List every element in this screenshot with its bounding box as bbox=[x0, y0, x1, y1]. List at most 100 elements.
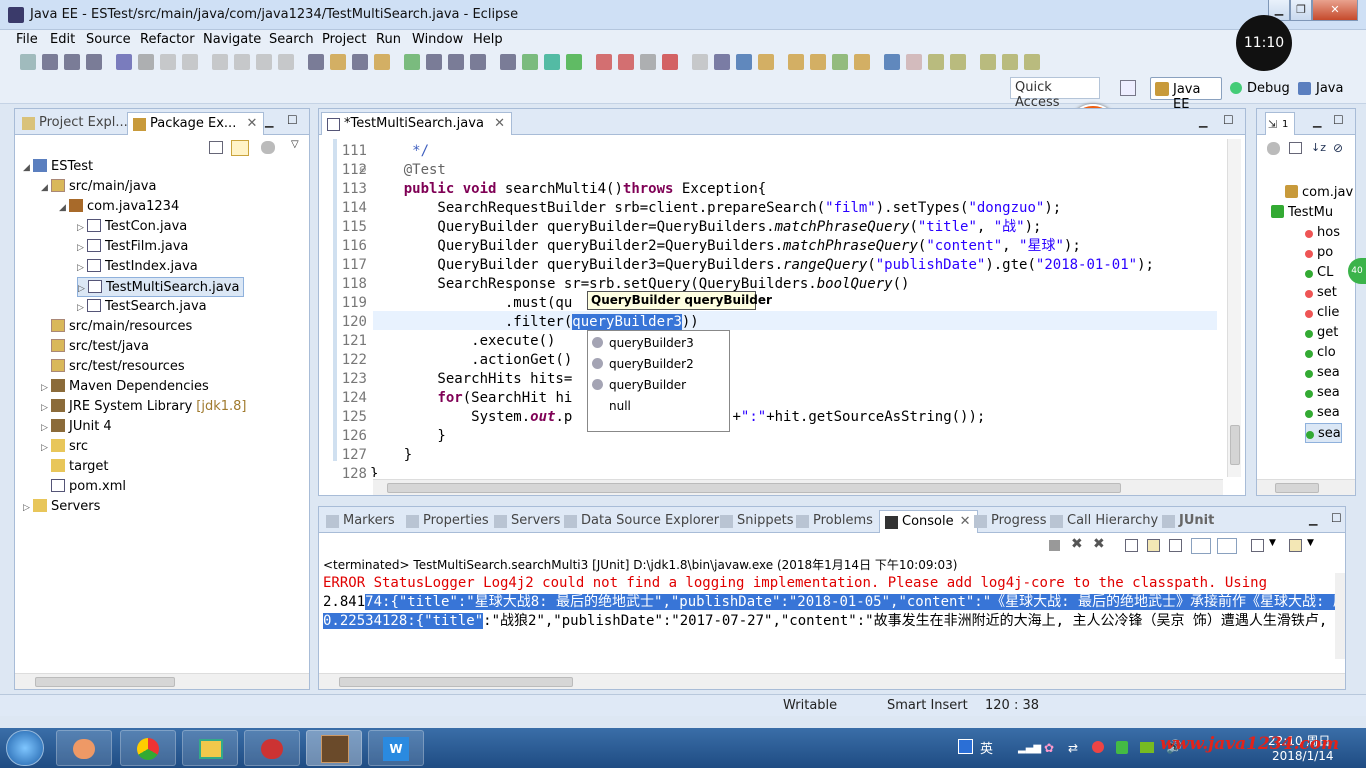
code-line[interactable]: QueryBuilder queryBuilder2=QueryBuilders… bbox=[370, 237, 1080, 256]
tab-problems[interactable]: Problems bbox=[791, 510, 879, 533]
minimize-editor-icon[interactable]: ▁ bbox=[1199, 115, 1207, 128]
maximize-editor-icon[interactable]: ☐ bbox=[1223, 113, 1234, 127]
expand-toggle-icon[interactable]: ▷ bbox=[77, 238, 87, 258]
tree-item[interactable]: ▷ JUnit 4 bbox=[41, 417, 112, 437]
tab-properties[interactable]: Properties bbox=[401, 510, 495, 533]
toolbar-icon[interactable] bbox=[374, 54, 390, 70]
perspective-java[interactable]: Java bbox=[1296, 77, 1356, 100]
toolbar-icon[interactable] bbox=[448, 54, 464, 70]
toolbar-icon[interactable] bbox=[470, 54, 486, 70]
tree-item[interactable]: ▷ Servers bbox=[23, 497, 100, 517]
toolbar-icon[interactable] bbox=[884, 54, 900, 70]
taskbar-chrome[interactable] bbox=[120, 730, 176, 766]
signal-icon[interactable]: ▂▄▆ bbox=[1018, 743, 1041, 754]
scroll-thumb[interactable] bbox=[1230, 425, 1240, 465]
toolbar-icon[interactable] bbox=[928, 54, 944, 70]
collapse-all-icon[interactable] bbox=[209, 141, 223, 154]
outline-item[interactable]: hos bbox=[1305, 223, 1340, 243]
open-perspective-icon[interactable] bbox=[1120, 80, 1136, 96]
outline-item[interactable]: clie bbox=[1305, 303, 1339, 323]
expand-toggle-icon[interactable]: ▷ bbox=[77, 258, 87, 278]
toolbar-icon[interactable] bbox=[596, 54, 612, 70]
maximize-button[interactable]: ❐ bbox=[1290, 0, 1312, 21]
outline-item[interactable]: clo bbox=[1305, 343, 1336, 363]
start-button[interactable] bbox=[6, 730, 44, 766]
tree-item[interactable]: ▷ TestSearch.java bbox=[77, 297, 207, 317]
sort-icon[interactable] bbox=[1267, 142, 1280, 155]
code-line[interactable]: } bbox=[370, 465, 378, 477]
code-line[interactable]: QueryBuilder queryBuilder3=QueryBuilders… bbox=[370, 256, 1154, 275]
tree-item[interactable]: src/main/resources bbox=[41, 317, 192, 337]
tab-package-explorer[interactable]: Package Ex... ✕ bbox=[127, 112, 265, 135]
tree-item[interactable]: src/test/java bbox=[41, 337, 149, 357]
expand-toggle-icon[interactable]: ▷ bbox=[41, 398, 51, 418]
expand-toggle-icon[interactable]: ▷ bbox=[41, 438, 51, 458]
new-console-icon[interactable] bbox=[1289, 539, 1302, 552]
toolbar-icon[interactable] bbox=[736, 54, 752, 70]
collapse-all-icon[interactable] bbox=[1289, 142, 1302, 154]
tab-console[interactable]: Console ✕ bbox=[879, 510, 978, 533]
explorer-hscrollbar[interactable] bbox=[15, 673, 309, 689]
tree-item[interactable]: ◢ com.java1234 bbox=[59, 197, 179, 217]
code-line[interactable]: } bbox=[370, 427, 445, 446]
menu-search[interactable]: Search bbox=[269, 32, 314, 47]
toolbar-icon[interactable] bbox=[138, 54, 154, 70]
code-line[interactable]: SearchHits hits= bbox=[370, 370, 572, 389]
taskbar-app-4[interactable] bbox=[244, 730, 300, 766]
pin-console-icon[interactable] bbox=[1191, 538, 1211, 554]
code-line[interactable]: for(SearchHit hi bbox=[370, 389, 572, 408]
terminate-icon[interactable] bbox=[1049, 540, 1060, 551]
word-wrap-icon[interactable] bbox=[1169, 539, 1182, 552]
nvidia-icon[interactable] bbox=[1140, 742, 1154, 753]
toolbar-icon[interactable] bbox=[662, 54, 678, 70]
tab-project-explorer[interactable]: Project Expl... bbox=[17, 112, 134, 135]
tray-search-icon[interactable] bbox=[958, 739, 973, 754]
menu-refactor[interactable]: Refactor bbox=[140, 32, 195, 47]
close-tab-icon[interactable]: ✕ bbox=[494, 116, 505, 131]
quick-access-input[interactable]: Quick Access bbox=[1010, 77, 1100, 110]
tree-item[interactable]: ▷ TestMultiSearch.java bbox=[77, 277, 245, 297]
toolbar-icon[interactable] bbox=[352, 54, 368, 70]
remove-launch-icon[interactable]: ✖ bbox=[1071, 536, 1083, 552]
sort-az-icon[interactable]: ↓z bbox=[1311, 141, 1326, 154]
toolbar-icon[interactable] bbox=[832, 54, 848, 70]
display-selected-icon[interactable] bbox=[1217, 538, 1237, 554]
editor-hscrollbar[interactable] bbox=[373, 479, 1223, 495]
maximize-view-icon[interactable]: ☐ bbox=[1333, 113, 1344, 127]
menu-source[interactable]: Source bbox=[86, 32, 131, 47]
toolbar-icon[interactable] bbox=[234, 54, 250, 70]
toolbar-icon[interactable] bbox=[692, 54, 708, 70]
open-console-dropdown-icon[interactable]: ▼ bbox=[1269, 538, 1276, 548]
toolbar-icon[interactable] bbox=[522, 54, 538, 70]
tray-lang[interactable]: 英 bbox=[980, 738, 993, 757]
toolbar-icon[interactable] bbox=[426, 54, 442, 70]
code-line[interactable]: SearchRequestBuilder srb=client.prepareS… bbox=[370, 199, 1061, 218]
toolbar-icon[interactable] bbox=[20, 54, 36, 70]
toolbar-icon[interactable] bbox=[714, 54, 730, 70]
taskbar-eclipse[interactable] bbox=[306, 730, 362, 766]
scroll-thumb[interactable] bbox=[339, 677, 573, 687]
outline-item[interactable]: TestMu bbox=[1271, 203, 1333, 223]
console-vscrollbar[interactable] bbox=[1335, 573, 1345, 659]
completion-item[interactable]: queryBuilder2 bbox=[592, 354, 694, 374]
toolbar-icon[interactable] bbox=[810, 54, 826, 70]
toolbar-icon[interactable] bbox=[86, 54, 102, 70]
console-line[interactable]: ERROR StatusLogger Log4j2 could not find… bbox=[323, 574, 1267, 593]
tree-item[interactable]: ▷ TestCon.java bbox=[77, 217, 187, 237]
toolbar-icon[interactable] bbox=[950, 54, 966, 70]
code-line[interactable]: .execute() bbox=[370, 332, 555, 351]
tab-testmultisearch[interactable]: *TestMultiSearch.java ✕ bbox=[321, 112, 512, 135]
outline-item[interactable]: set bbox=[1305, 283, 1337, 303]
tab-data-source-explorer[interactable]: Data Source Explorer bbox=[559, 510, 725, 533]
menu-window[interactable]: Window bbox=[412, 32, 463, 47]
tab-snippets[interactable]: Snippets bbox=[715, 510, 799, 533]
code-line[interactable]: .actionGet() bbox=[370, 351, 572, 370]
tree-item[interactable]: ◢ ESTest bbox=[23, 157, 93, 177]
flower-icon[interactable]: ✿ bbox=[1044, 741, 1054, 755]
tree-item[interactable]: pom.xml bbox=[41, 477, 126, 497]
toolbar-icon[interactable] bbox=[618, 54, 634, 70]
clear-console-icon[interactable] bbox=[1147, 539, 1160, 552]
code-area[interactable]: */ @Test public void searchMulti4()throw… bbox=[370, 135, 1223, 477]
expand-toggle-icon[interactable]: ◢ bbox=[59, 198, 69, 218]
expand-toggle-icon[interactable]: ▷ bbox=[77, 298, 87, 318]
